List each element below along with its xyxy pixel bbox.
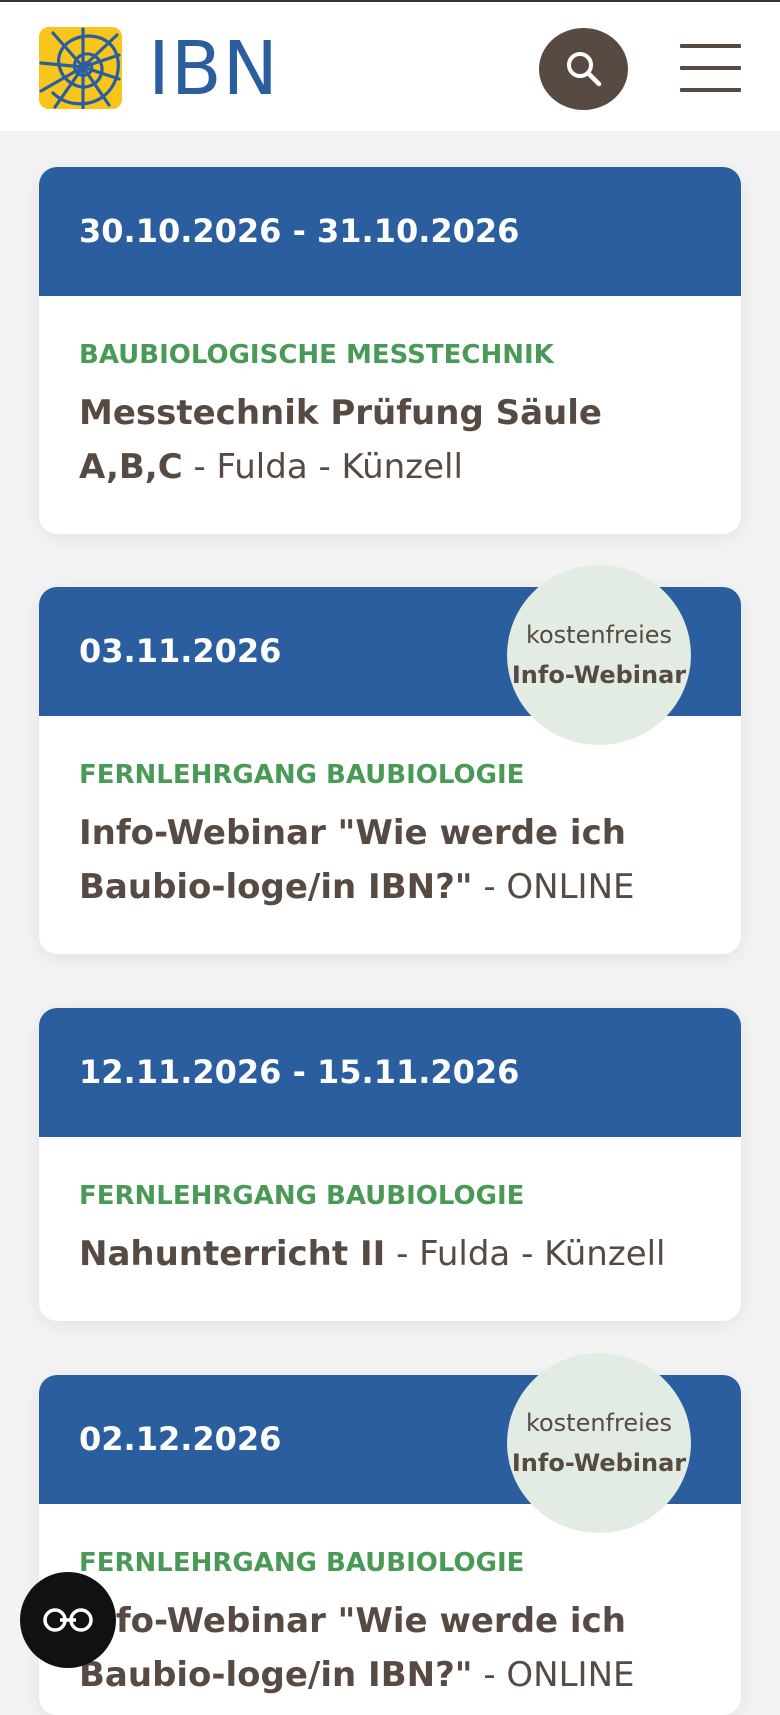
event-title[interactable]: Info-Webinar "Wie werde ich Baubio-loge/… xyxy=(79,1594,701,1702)
event-category: FERNLEHRGANG BAUBIOLOGIE xyxy=(79,1181,525,1211)
chat-glasses-icon xyxy=(43,1608,93,1632)
badge-line-2: Info-Webinar xyxy=(511,1449,687,1477)
event-card[interactable]: 30.10.2026 - 31.10.2026 BAUBIOLOGISCHE M… xyxy=(39,167,741,534)
free-webinar-badge: kostenfreies Info-Webinar xyxy=(507,565,691,745)
badge-line-1: kostenfreies xyxy=(525,621,673,649)
event-title[interactable]: Messtechnik Prüfung Säule A,B,C - Fulda … xyxy=(79,386,701,494)
event-title[interactable]: Info-Webinar "Wie werde ich Baubio-loge/… xyxy=(79,806,701,914)
event-card-header: 12.11.2026 - 15.11.2026 xyxy=(39,1008,741,1137)
event-date: 02.12.2026 xyxy=(79,1420,282,1458)
event-date: 30.10.2026 - 31.10.2026 xyxy=(79,212,520,250)
event-date: 12.11.2026 - 15.11.2026 xyxy=(79,1053,520,1091)
event-title-name: Nahunterricht II xyxy=(79,1234,386,1274)
chat-button[interactable] xyxy=(20,1572,116,1668)
event-location: - ONLINE xyxy=(472,867,635,907)
event-category: BAUBIOLOGISCHE MESSTECHNIK xyxy=(79,340,554,370)
event-card[interactable]: 12.11.2026 - 15.11.2026 FERNLEHRGANG BAU… xyxy=(39,1008,741,1321)
event-location: - Fulda - Künzell xyxy=(385,1234,666,1274)
event-card-header: 30.10.2026 - 31.10.2026 xyxy=(39,167,741,296)
search-button[interactable] xyxy=(539,28,628,110)
logo-text[interactable]: IBN xyxy=(148,26,279,112)
event-title[interactable]: Nahunterricht II - Fulda - Künzell xyxy=(79,1227,701,1281)
hamburger-menu-icon[interactable] xyxy=(680,42,741,94)
site-header: IBN xyxy=(0,0,780,131)
search-icon xyxy=(566,52,601,87)
badge-line-1: kostenfreies xyxy=(525,1409,673,1437)
event-category: FERNLEHRGANG BAUBIOLOGIE xyxy=(79,760,525,790)
event-location: - Fulda - Künzell xyxy=(182,447,463,487)
free-webinar-badge: kostenfreies Info-Webinar xyxy=(507,1353,691,1533)
badge-line-2: Info-Webinar xyxy=(511,661,687,689)
event-location: - ONLINE xyxy=(472,1655,635,1695)
ibn-logo-icon[interactable] xyxy=(39,27,122,109)
event-category: FERNLEHRGANG BAUBIOLOGIE xyxy=(79,1548,525,1578)
event-date: 03.11.2026 xyxy=(79,632,282,670)
